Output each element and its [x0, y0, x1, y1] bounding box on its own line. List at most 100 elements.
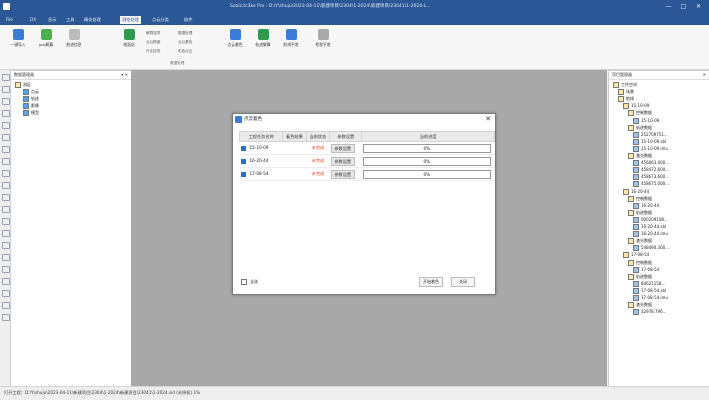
tool-icon[interactable]	[2, 134, 10, 141]
tree-item[interactable]: 控制数据	[628, 110, 652, 117]
table-row[interactable]: 17-08-54 未完成 参数设置 0%	[239, 167, 495, 181]
tree-item[interactable]: 000209108...	[633, 216, 668, 223]
tree-item[interactable]: 轨迹	[23, 96, 39, 102]
tree-item[interactable]: 15-10-09.imu	[633, 145, 668, 152]
tree-item[interactable]: 场景	[618, 89, 634, 96]
import-button[interactable]: 一键导入	[6, 29, 30, 48]
tool-icon[interactable]	[2, 290, 10, 297]
menu-view[interactable]: 显示	[46, 16, 58, 24]
tree-item[interactable]: 252709751...	[633, 131, 668, 138]
tool-icon[interactable]	[2, 170, 10, 177]
close-icon[interactable]: ✕	[703, 71, 706, 79]
tree-item[interactable]: 轨迹数据	[628, 124, 652, 131]
tree-item[interactable]: 32978.796...	[633, 309, 666, 316]
option-field-check[interactable]: 外业检查	[146, 49, 160, 54]
tool-icon[interactable]	[2, 218, 10, 225]
tree-item[interactable]: 16-20-44.imu	[633, 231, 668, 238]
tree-item[interactable]: 458673.600...	[633, 174, 669, 181]
settings-button[interactable]: 参数设置	[330, 143, 355, 153]
tree-item[interactable]: 458472.600...	[633, 167, 669, 174]
tree-item[interactable]: 17-08-54	[633, 266, 659, 273]
tree-item[interactable]: 模型	[23, 110, 39, 116]
tool-icon[interactable]	[2, 182, 10, 189]
tree-item[interactable]: 激光数据	[628, 238, 652, 245]
solve-button[interactable]: 轨迹解算	[252, 29, 274, 48]
tree-item[interactable]: 15-10-09	[633, 117, 659, 124]
tree-item[interactable]: 影像	[23, 103, 39, 109]
close-window-button[interactable]: ✕	[694, 2, 703, 11]
tool-icon[interactable]	[2, 122, 10, 129]
tool-icon[interactable]	[2, 74, 10, 81]
menu-dx[interactable]: DX	[28, 16, 38, 24]
tool-icon[interactable]	[2, 314, 10, 321]
tree-item[interactable]: 航线	[618, 96, 634, 103]
tree-item[interactable]: 16-20-44.sbl	[633, 224, 666, 230]
tool-icon[interactable]	[2, 266, 10, 273]
tool-icon[interactable]	[2, 254, 10, 261]
tool-icon[interactable]	[2, 98, 10, 105]
tree-item[interactable]: 456063.400...	[633, 160, 669, 167]
ground-station-button[interactable]: 地面站	[118, 29, 140, 48]
table-row[interactable]: 16-20-44 未完成 参数设置 0%	[239, 154, 495, 168]
tree-item[interactable]: 15-10-09.sbl	[633, 138, 666, 145]
tree-item[interactable]: 测区	[15, 82, 31, 88]
tree-item[interactable]: 工作空间	[613, 82, 637, 88]
row-checkbox[interactable]	[240, 158, 246, 164]
option-process[interactable]: 数据处理	[178, 31, 192, 36]
tool-icon[interactable]	[2, 158, 10, 165]
row-checkbox[interactable]	[240, 171, 246, 177]
tree-item[interactable]: 16-20-44	[633, 202, 659, 209]
menu-tools[interactable]: 工具	[64, 16, 76, 24]
tree-item[interactable]: 控制数据	[628, 195, 652, 202]
option-solve[interactable]: 解算选项	[146, 31, 160, 36]
tree-item[interactable]: 控制数据	[628, 259, 652, 266]
minimize-button[interactable]: —	[664, 2, 673, 11]
tree-item[interactable]: 激光数据	[628, 302, 652, 309]
menu-plugins[interactable]: 插件	[182, 16, 194, 24]
tree-item[interactable]: 458675.000...	[633, 181, 669, 188]
option-color-cloud[interactable]: 彩色点云	[178, 49, 192, 54]
adjust-button[interactable]: 航线平差	[280, 29, 302, 48]
settings-button[interactable]: 参数设置	[330, 169, 355, 179]
option-colorize[interactable]: 点云着色	[178, 40, 192, 45]
menu-classify[interactable]: 点云分类	[150, 16, 171, 24]
tree-item[interactable]: 548490.300...	[633, 245, 669, 252]
tree-item[interactable]: 15-10-09	[623, 103, 649, 110]
option-precision[interactable]: 点云精度	[146, 40, 160, 45]
start-button[interactable]: 开始着色	[419, 277, 443, 287]
maximize-button[interactable]: □	[679, 2, 688, 11]
tool-icon[interactable]	[2, 206, 10, 213]
select-all-checkbox[interactable]: 全选	[241, 279, 258, 285]
menu-file[interactable]: File	[4, 16, 15, 24]
tool-icon[interactable]	[2, 302, 10, 309]
tool-icon[interactable]	[2, 242, 10, 249]
tree-node-icon	[633, 145, 639, 152]
close-icon[interactable]: ✕	[485, 115, 491, 123]
tool-icon[interactable]	[2, 86, 10, 93]
menu-survey[interactable]: 测绘处理	[120, 16, 141, 24]
close-button[interactable]: 关闭	[451, 277, 475, 287]
tree-item[interactable]: 轨迹数据	[628, 273, 652, 280]
tree-item[interactable]: 17-08-54.imu	[633, 295, 668, 301]
tool-icon[interactable]	[2, 230, 10, 237]
track-info-button[interactable]: 航迹信息	[62, 29, 86, 48]
tree-item[interactable]: 84621158...	[633, 280, 665, 287]
tree-item[interactable]: 激光数据	[628, 153, 652, 159]
tree-item[interactable]: 17-08-54	[623, 252, 649, 259]
tree-item[interactable]: 17-08-54.sbl	[633, 287, 666, 294]
calib-button[interactable]: 检校平差	[310, 29, 336, 48]
menu-refine[interactable]: 精化处理	[82, 16, 103, 24]
tool-icon[interactable]	[2, 194, 10, 201]
row-checkbox[interactable]	[240, 145, 246, 151]
tool-icon[interactable]	[2, 110, 10, 117]
tool-icon[interactable]	[2, 146, 10, 153]
tree-item[interactable]: 点云	[23, 89, 39, 95]
table-row[interactable]: 15-10-09 未完成 参数设置 0%	[239, 141, 495, 155]
pin-icon[interactable]: ▾ ✕	[121, 71, 128, 79]
tree-item[interactable]: 16-20-44	[623, 188, 649, 195]
tool-icon[interactable]	[2, 278, 10, 285]
colorize-button[interactable]: 点云着色	[224, 29, 246, 48]
tree-item[interactable]: 轨迹数据	[628, 209, 652, 216]
settings-button[interactable]: 参数设置	[330, 156, 355, 166]
pos-solve-button[interactable]: pos解算	[34, 29, 58, 48]
